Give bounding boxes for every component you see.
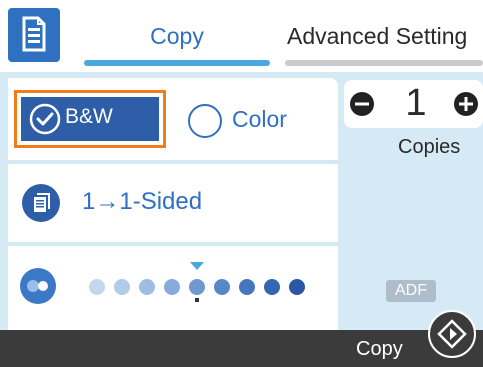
- footer-label: Copy: [356, 338, 403, 360]
- density-dot: [114, 279, 130, 295]
- document-list-icon: [22, 16, 46, 52]
- check-circle-icon: [29, 103, 61, 135]
- density-icon: [20, 268, 56, 304]
- footer-bar: Copy: [0, 330, 483, 367]
- density-dot: [164, 279, 180, 295]
- density-dot: [214, 279, 230, 295]
- copies-stepper: 1: [344, 80, 483, 128]
- density-dot: [139, 279, 155, 295]
- density-dot: [89, 279, 105, 295]
- adf-badge: ADF: [386, 280, 436, 302]
- density-setting[interactable]: [8, 246, 338, 330]
- decrease-copies-button[interactable]: [350, 92, 374, 116]
- start-diamond-icon: [437, 319, 467, 349]
- copies-label: Copies: [398, 136, 461, 158]
- tab-copy-indicator: [84, 60, 270, 66]
- color-label: Color: [232, 106, 287, 132]
- density-tick: [195, 298, 199, 302]
- bw-button[interactable]: B&W: [21, 97, 159, 141]
- density-dot: [289, 279, 305, 295]
- minus-icon: [355, 102, 369, 106]
- increase-copies-button[interactable]: [454, 92, 478, 116]
- settings-panel: B&W Color 1→1-Sided: [0, 72, 338, 330]
- plus-icon: [459, 97, 473, 111]
- header-bar: Copy Advanced Setting: [0, 0, 483, 72]
- tab-copy[interactable]: Copy: [84, 18, 270, 66]
- sides-label: 1→1-Sided: [82, 188, 203, 215]
- density-dot: [239, 279, 255, 295]
- radio-circle-icon: [188, 104, 222, 138]
- tab-advanced-settings[interactable]: Advanced Setting: [285, 18, 483, 66]
- density-scale[interactable]: [84, 258, 324, 308]
- density-dot: [264, 279, 280, 295]
- color-mode-card: B&W Color: [8, 78, 338, 160]
- color-option[interactable]: Color: [188, 100, 328, 140]
- tab-copy-label: Copy: [150, 23, 204, 49]
- tab-advanced-settings-label: Advanced Setting: [287, 23, 468, 49]
- focus-highlight: B&W: [14, 90, 166, 148]
- tab-advanced-settings-indicator: [285, 60, 483, 66]
- copies-panel: 1 Copies ADF: [338, 72, 483, 330]
- bw-label: B&W: [65, 105, 113, 128]
- page-stack-icon: [22, 184, 60, 222]
- density-level-marker-icon: [190, 262, 204, 270]
- sides-setting[interactable]: 1→1-Sided: [8, 164, 338, 242]
- density-dot: [189, 279, 205, 295]
- menu-button[interactable]: [8, 8, 60, 62]
- copies-count[interactable]: 1: [396, 82, 436, 125]
- start-button[interactable]: [428, 310, 476, 358]
